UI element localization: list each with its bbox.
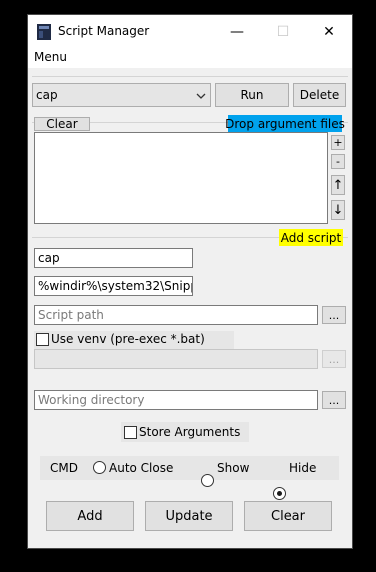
store-arguments-checkbox[interactable]	[124, 426, 137, 439]
browse-venv-button: ...	[322, 350, 346, 368]
minimize-icon: —	[230, 23, 244, 40]
add-argument-button[interactable]: +	[331, 135, 345, 150]
clear-button[interactable]: Clear	[244, 501, 332, 531]
store-arguments-label: Store Arguments	[139, 425, 241, 439]
app-window-icon	[37, 24, 51, 40]
move-up-button[interactable]: ↑	[331, 175, 345, 195]
drop-argument-files-label[interactable]: Drop argument files	[225, 115, 345, 132]
add-script-label[interactable]: Add script	[279, 229, 343, 246]
arrow-up-icon: ↑	[332, 177, 344, 193]
clear-args-button[interactable]: Clear	[34, 117, 90, 131]
minimize-button[interactable]: —	[214, 15, 260, 48]
move-down-button[interactable]: ↓	[331, 200, 345, 220]
update-button[interactable]: Update	[145, 501, 233, 531]
use-venv-label: Use venv (pre-exec *.bat)	[51, 332, 205, 346]
script-command-input[interactable]: %windir%\system32\SnippingTool.exe	[34, 276, 193, 296]
script-path-input[interactable]: Script path	[34, 305, 318, 325]
window-title: Script Manager	[58, 24, 150, 38]
delete-button[interactable]: Delete	[293, 83, 346, 107]
arguments-list[interactable]	[34, 132, 328, 224]
add-button[interactable]: Add	[46, 501, 134, 531]
working-directory-input[interactable]: Working directory	[34, 390, 318, 410]
script-combo-value: cap	[36, 88, 58, 102]
show-label: Show	[217, 461, 250, 475]
auto-close-label: Auto Close	[109, 461, 174, 475]
browse-working-directory-button[interactable]: ...	[322, 391, 346, 409]
arrow-down-icon: ↓	[332, 202, 344, 218]
show-radio[interactable]	[201, 474, 214, 487]
use-venv-checkbox[interactable]	[36, 333, 49, 346]
browse-script-path-button[interactable]: ...	[322, 306, 346, 324]
script-combo[interactable]: cap	[32, 83, 211, 107]
venv-path-input	[34, 349, 318, 369]
title-bar[interactable]: Script Manager — ☐ ✕	[28, 15, 352, 48]
close-icon: ✕	[323, 23, 335, 40]
auto-close-radio[interactable]	[93, 461, 106, 474]
group-top-border	[32, 76, 348, 77]
hide-label: Hide	[289, 461, 317, 475]
menu-bar: Menu	[28, 48, 352, 68]
close-button[interactable]: ✕	[306, 15, 352, 48]
cmd-label: CMD	[50, 461, 78, 475]
hide-radio[interactable]	[273, 487, 286, 500]
script-name-input[interactable]: cap	[34, 248, 193, 268]
script-manager-window: Script Manager — ☐ ✕ Menu cap Run Delete…	[27, 14, 353, 549]
chevron-down-icon	[196, 93, 206, 99]
remove-argument-button[interactable]: -	[331, 154, 345, 169]
maximize-button: ☐	[260, 15, 306, 48]
run-button[interactable]: Run	[215, 83, 289, 107]
menu-item-menu[interactable]: Menu	[34, 50, 67, 64]
maximize-icon: ☐	[276, 23, 290, 40]
